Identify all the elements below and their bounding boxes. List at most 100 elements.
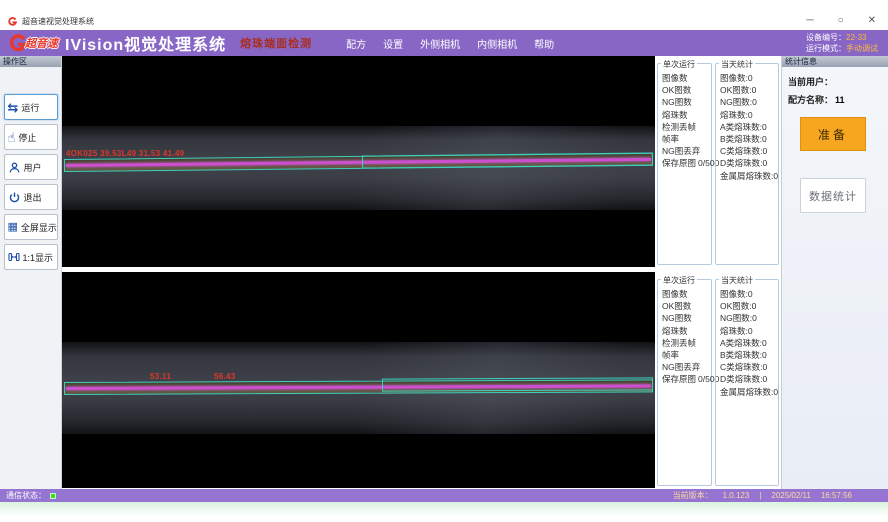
stop-button[interactable]: ☝ 停止 xyxy=(4,124,58,150)
comm-status-ok-indicator xyxy=(50,493,56,499)
stat-row: 检测丢帧 xyxy=(662,121,711,133)
run-mode-value: 手动调试 xyxy=(846,44,878,53)
sidebar-title: 操作区 xyxy=(0,56,61,67)
close-button[interactable]: ✕ xyxy=(868,14,876,28)
menu-bar: 配方 设置 外侧相机 内侧相机 帮助 xyxy=(346,36,554,51)
app-header: 超音速 IVision视觉处理系统 熔珠端面检测 配方 设置 外侧相机 内侧相机… xyxy=(0,30,888,56)
status-time: 16:57:56 xyxy=(821,491,852,500)
version-label: 当前版本： xyxy=(673,490,713,501)
recipe-name-label: 配方名称： xyxy=(788,95,833,105)
one-to-one-button[interactable]: 1:1显示 xyxy=(4,244,58,270)
exit-button[interactable]: 退出 xyxy=(4,184,58,210)
today-stats-title: 当天统计 xyxy=(719,59,755,70)
window-titlebar: 超音速视觉处理系统 ─ ○ ✕ xyxy=(0,12,888,30)
statistics-info-title: 统计信息 xyxy=(782,56,888,67)
stat-row: 保存原图0/500 xyxy=(662,157,711,169)
device-info: 设备编号：22-33 运行模式：手动调试 xyxy=(806,32,880,54)
exit-button-label: 退出 xyxy=(24,191,42,204)
user-icon xyxy=(8,161,21,174)
recipe-name-row: 配方名称：11 xyxy=(782,93,888,106)
stat-row: NG图数:0 xyxy=(720,312,778,324)
run-mode-label: 运行模式： xyxy=(806,44,846,53)
stat-row: A类熔珠数:0 xyxy=(720,337,778,349)
today-stats-title: 当天统计 xyxy=(719,275,755,286)
stats-panel-top: 单次运行 图像数 OK图数 NG图数 熔珠数 检测丢帧 帧率 NG图丢弃 保存原… xyxy=(656,56,780,267)
measurement-annotation: 53.11 xyxy=(150,372,171,381)
today-stats-groupbox: 当天统计 图像数:0 OK图数:0 NG图数:0 熔珠数:0 A类熔珠数:0 B… xyxy=(715,279,779,486)
stat-row: OK图数 xyxy=(662,84,711,96)
window-title: 超音速视觉处理系统 xyxy=(22,16,94,27)
maximize-button[interactable]: ○ xyxy=(838,14,844,28)
app-window: 超音速视觉处理系统 ─ ○ ✕ 超音速 IVision视觉处理系统 熔珠端面检测… xyxy=(0,0,888,522)
stat-row: NG图丢弃 xyxy=(662,361,711,373)
stat-row: C类熔珠数:0 xyxy=(720,361,778,373)
menu-recipe[interactable]: 配方 xyxy=(346,36,366,51)
cycle-arrows-icon: ⇆ xyxy=(8,101,19,114)
inner-camera-viewport: 53.11 56.43 xyxy=(62,272,655,488)
stat-row: 金属屑熔珠数:0 xyxy=(720,386,778,398)
device-number-label: 设备编号： xyxy=(806,33,846,42)
stat-row: OK图数:0 xyxy=(720,300,778,312)
stat-row: 熔珠数:0 xyxy=(720,109,778,121)
app-title: IVision视觉处理系统 xyxy=(65,31,226,55)
stat-row: C类熔珠数:0 xyxy=(720,145,778,157)
stat-row: NG图丢弃 xyxy=(662,145,711,157)
fullscreen-grid-icon: ▦ xyxy=(8,221,18,234)
stat-row: B类熔珠数:0 xyxy=(720,349,778,361)
menu-inner-camera[interactable]: 内侧相机 xyxy=(477,36,517,51)
user-button[interactable]: 用户 xyxy=(4,154,58,180)
status-separator: | xyxy=(759,491,761,500)
user-button-label: 用户 xyxy=(24,161,42,174)
stat-row: 熔珠数 xyxy=(662,325,711,337)
single-run-title: 单次运行 xyxy=(661,59,697,70)
menu-help[interactable]: 帮助 xyxy=(534,36,554,51)
outer-camera-viewport: 4OK025 39.53L49 31.53 41.49 xyxy=(62,56,655,267)
current-user-row: 当前用户： xyxy=(782,75,888,88)
stat-row: NG图数 xyxy=(662,312,711,324)
brand-logo: 超音速 xyxy=(8,34,58,52)
stat-row: 图像数:0 xyxy=(720,288,778,300)
operation-sidebar: 操作区 ⇆ 运行 ☝ 停止 用户 退出 ▦ 全屏显示 xyxy=(0,56,62,489)
one-to-one-icon xyxy=(8,251,20,263)
comm-status-label: 通信状态： xyxy=(6,490,46,501)
stat-row: 检测丢帧 xyxy=(662,337,711,349)
app-window-icon xyxy=(8,17,17,26)
stat-row: D类熔珠数:0 xyxy=(720,373,778,385)
stat-row: 图像数 xyxy=(662,288,711,300)
recipe-name-value: 11 xyxy=(835,95,845,105)
status-bar: 通信状态： 当前版本： 1.0.123 | 2025/02/11 16:57:5… xyxy=(0,489,888,502)
hand-stop-icon: ☝ xyxy=(8,131,16,144)
stat-row: 金属屑熔珠数:0 xyxy=(720,170,778,182)
stat-row: OK图数:0 xyxy=(720,84,778,96)
stat-row: A类熔珠数:0 xyxy=(720,121,778,133)
ready-button[interactable]: 准备 xyxy=(800,117,866,151)
today-stats-groupbox: 当天统计 图像数:0 OK图数:0 NG图数:0 熔珠数:0 A类熔珠数:0 B… xyxy=(715,63,779,265)
measurement-annotation: 4OK025 39.53L49 31.53 41.49 xyxy=(66,149,184,158)
menu-settings[interactable]: 设置 xyxy=(383,36,403,51)
one-to-one-button-label: 1:1显示 xyxy=(23,251,54,264)
stat-row: 保存原图0/500 xyxy=(662,373,711,385)
stat-row: 图像数:0 xyxy=(720,72,778,84)
measurement-annotation: 56.43 xyxy=(214,372,236,381)
run-button[interactable]: ⇆ 运行 xyxy=(4,94,58,120)
power-icon xyxy=(8,191,21,204)
desktop-strip xyxy=(0,502,888,522)
stat-row: D类熔珠数:0 xyxy=(720,157,778,169)
minimize-button[interactable]: ─ xyxy=(806,14,813,28)
stat-row: 熔珠数 xyxy=(662,109,711,121)
version-value: 1.0.123 xyxy=(723,491,750,500)
run-button-label: 运行 xyxy=(21,101,39,114)
fullscreen-button[interactable]: ▦ 全屏显示 xyxy=(4,214,58,240)
stat-row: 帧率 xyxy=(662,349,711,361)
stats-panel-bottom: 单次运行 图像数 OK图数 NG图数 熔珠数 检测丢帧 帧率 NG图丢弃 保存原… xyxy=(656,272,780,488)
fullscreen-button-label: 全屏显示 xyxy=(21,221,57,234)
data-statistics-button[interactable]: 数据统计 xyxy=(800,178,866,213)
menu-outer-camera[interactable]: 外侧相机 xyxy=(420,36,460,51)
app-subtitle: 熔珠端面检测 xyxy=(240,35,312,51)
device-number-value: 22-33 xyxy=(846,33,866,42)
stat-row: OK图数 xyxy=(662,300,711,312)
single-run-groupbox: 单次运行 图像数 OK图数 NG图数 熔珠数 检测丢帧 帧率 NG图丢弃 保存原… xyxy=(657,279,712,486)
current-user-label: 当前用户： xyxy=(788,77,833,87)
stat-row: B类熔珠数:0 xyxy=(720,133,778,145)
brand-logo-text: 超音速 xyxy=(25,35,58,51)
